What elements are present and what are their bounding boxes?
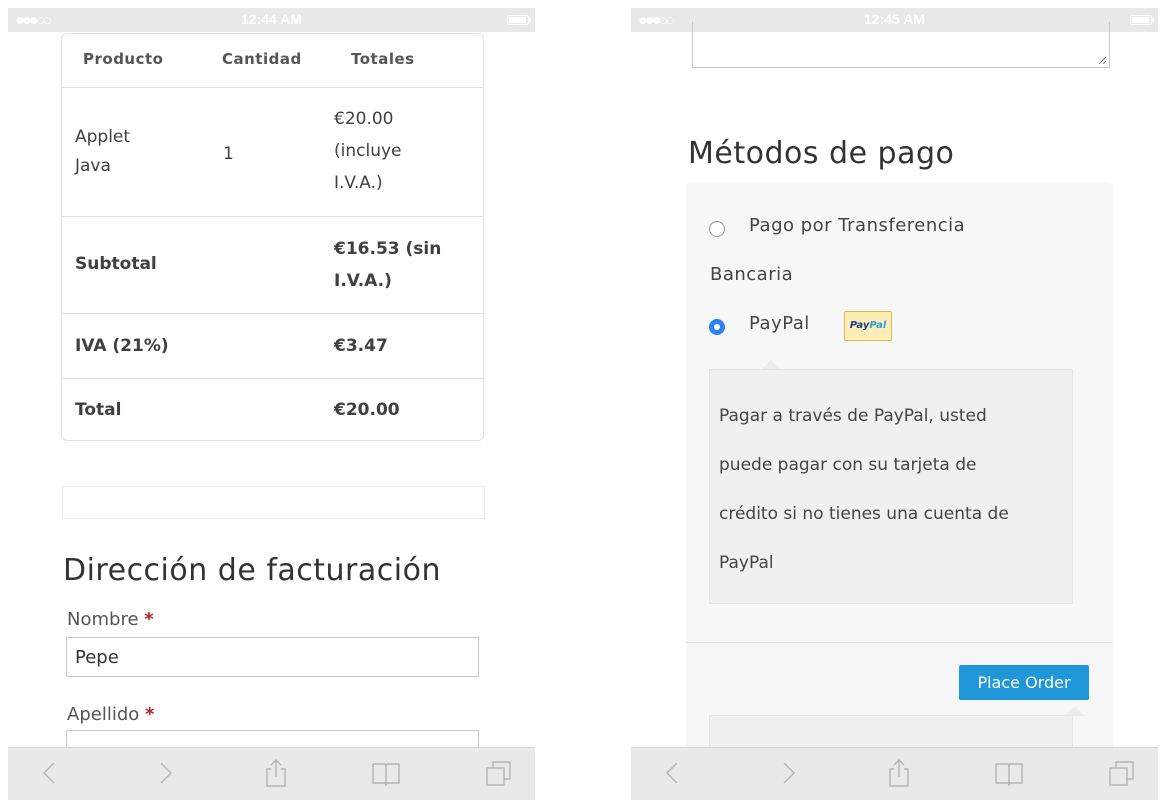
description-line: crédito si no tienes una cuenta de: [719, 504, 1009, 524]
tabs-icon[interactable]: [1107, 758, 1137, 788]
item-total-line3: I.V.A.): [334, 173, 383, 193]
order-table: Producto Cantidad Totales Applet Java 1 …: [61, 33, 484, 441]
phone-screen-right: ●●●○○ 12:45 AM Métodos de pago Pago por …: [631, 0, 1158, 800]
billing-title: Dirección de facturación: [63, 553, 441, 588]
paypal-logo: PayPal: [844, 311, 892, 341]
first-name-input[interactable]: [66, 637, 479, 677]
item-name-line2: Java: [75, 156, 111, 176]
tax-value: €3.47: [334, 336, 388, 356]
place-order-button[interactable]: Place Order: [959, 665, 1089, 700]
browser-toolbar: [631, 747, 1158, 800]
subtotal-row: Subtotal €16.53 (sin I.V.A.): [62, 216, 483, 314]
header-product: Producto: [83, 50, 164, 68]
bookmarks-icon[interactable]: [994, 758, 1024, 788]
subtotal-value-line2: I.V.A.): [334, 271, 392, 291]
description-line: puede pagar con su tarjeta de: [719, 455, 977, 475]
item-total-line2: (incluye: [334, 141, 402, 161]
tabs-icon[interactable]: [484, 758, 514, 788]
paypal-description: Pagar a través de PayPal, usted puede pa…: [709, 369, 1073, 604]
first-name-label-text: Nombre: [67, 609, 139, 630]
total-value: €20.00: [334, 400, 400, 420]
description-line: Pagar a través de PayPal, usted: [719, 406, 987, 426]
last-name-label-text: Apellido: [67, 704, 140, 725]
order-notes-textarea[interactable]: [692, 22, 1110, 68]
status-time: 12:44 AM: [241, 11, 302, 27]
payment-methods-title: Métodos de pago: [688, 136, 955, 171]
required-mark: *: [145, 704, 155, 725]
total-label: Total: [75, 400, 122, 420]
back-icon[interactable]: [35, 758, 65, 788]
bank-transfer-label-line2[interactable]: Bancaria: [710, 264, 793, 285]
header-totals: Totales: [351, 50, 415, 68]
first-name-label: Nombre *: [67, 609, 154, 630]
battery-icon: [507, 15, 531, 25]
empty-panel: [62, 486, 485, 519]
total-row: Total €20.00: [62, 378, 483, 441]
bank-transfer-label-line1[interactable]: Pago por Transferencia: [749, 215, 965, 236]
required-mark: *: [144, 609, 154, 630]
phone-screen-left: ●●●○○ 12:44 AM Producto Cantidad Totales…: [8, 0, 535, 800]
back-icon[interactable]: [658, 758, 688, 788]
subtotal-value-line1: €16.53 (sin: [334, 239, 442, 259]
forward-icon[interactable]: [773, 758, 803, 788]
forward-icon[interactable]: [150, 758, 180, 788]
tax-row: IVA (21%) €3.47: [62, 313, 483, 379]
tax-label: IVA (21%): [75, 336, 169, 356]
table-header-row: Producto Cantidad Totales: [62, 34, 483, 88]
battery-icon: [1130, 15, 1154, 25]
last-name-label: Apellido *: [67, 704, 154, 725]
item-quantity: 1: [223, 144, 234, 164]
item-total-line1: €20.00: [334, 109, 394, 129]
share-icon[interactable]: [884, 758, 914, 788]
status-bar: ●●●○○ 12:44 AM: [8, 8, 535, 32]
paypal-radio[interactable]: [709, 319, 725, 335]
share-icon[interactable]: [261, 758, 291, 788]
bookmarks-icon[interactable]: [371, 758, 401, 788]
resize-grip-icon[interactable]: [1098, 56, 1106, 64]
paypal-label[interactable]: PayPal: [749, 313, 810, 334]
subtotal-label: Subtotal: [75, 254, 157, 274]
browser-toolbar: [8, 747, 535, 800]
header-quantity: Cantidad: [222, 50, 302, 68]
table-row: Applet Java 1 €20.00 (incluye I.V.A.): [62, 87, 483, 217]
bank-transfer-radio[interactable]: [709, 221, 725, 237]
description-line: PayPal: [719, 553, 774, 573]
divider: [686, 642, 1113, 643]
